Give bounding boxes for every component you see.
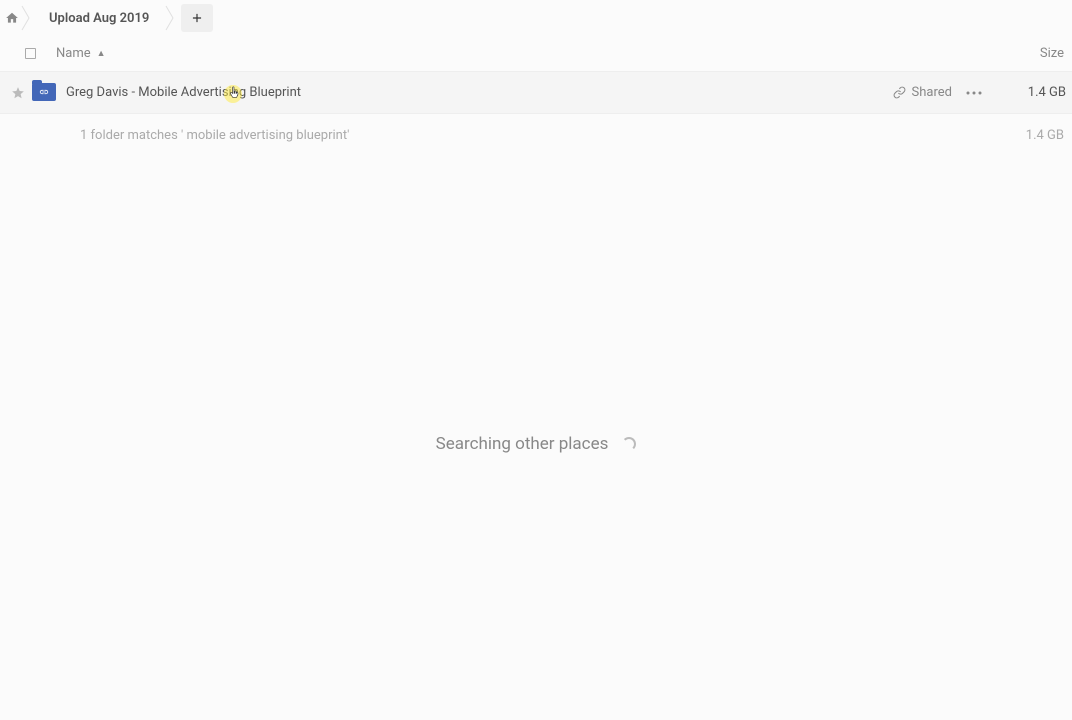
breadcrumb-current[interactable]: Upload Aug 2019	[31, 4, 165, 32]
file-size: 1.4 GB	[1018, 85, 1066, 100]
breadcrumb-bar: Upload Aug 2019	[0, 0, 1072, 32]
searching-label: Searching other places	[436, 434, 609, 454]
summary-text: 1 folder matches ' mobile advertising bl…	[80, 128, 349, 143]
sort-arrow-up-icon: ▲	[97, 48, 106, 59]
add-button[interactable]	[181, 4, 213, 32]
breadcrumb-separator	[21, 4, 31, 32]
summary-row: 1 folder matches ' mobile advertising bl…	[0, 114, 1072, 143]
summary-size: 1.4 GB	[1026, 128, 1064, 143]
folder-icon	[32, 83, 58, 103]
column-name[interactable]: Name ▲	[54, 46, 1006, 61]
link-icon	[893, 86, 906, 99]
star-icon[interactable]	[6, 86, 30, 100]
breadcrumb-separator	[165, 4, 175, 32]
column-size[interactable]: Size	[1006, 46, 1066, 61]
column-name-label: Name	[56, 46, 91, 61]
plus-icon	[190, 11, 204, 25]
file-name[interactable]: Greg Davis - Mobile Advertising Blueprin…	[66, 85, 893, 100]
more-icon	[966, 91, 982, 95]
shared-badge[interactable]: Shared	[893, 85, 952, 100]
more-button[interactable]	[966, 91, 982, 95]
searching-status: Searching other places	[0, 434, 1072, 454]
select-all-checkbox[interactable]	[6, 48, 54, 59]
link-badge-icon	[35, 86, 53, 98]
home-icon[interactable]	[3, 4, 21, 32]
table-row[interactable]: Greg Davis - Mobile Advertising Blueprin…	[0, 72, 1072, 114]
shared-label: Shared	[912, 85, 952, 100]
table-header: Name ▲ Size	[0, 36, 1072, 72]
spinner-icon	[622, 437, 636, 451]
